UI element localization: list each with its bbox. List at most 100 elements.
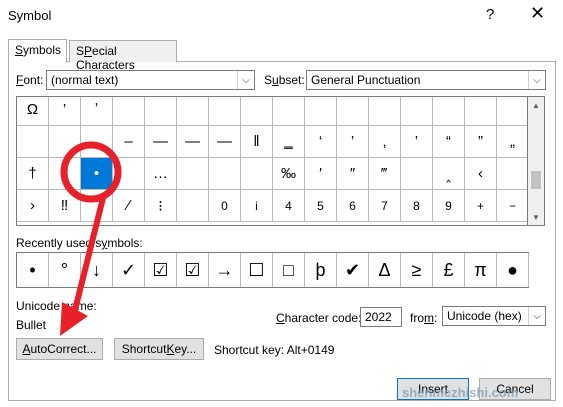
symbol-cell[interactable]: ‘ <box>305 126 337 158</box>
symbol-cell[interactable] <box>177 158 209 190</box>
recent-symbol[interactable]: • <box>17 253 49 287</box>
recent-symbol[interactable]: ☐ <box>241 253 273 287</box>
symbol-cell[interactable]: ‹ <box>465 158 497 190</box>
symbol-cell[interactable] <box>209 158 241 190</box>
grid-scrollbar[interactable]: ▲ ▼ <box>528 96 545 226</box>
symbol-cell[interactable] <box>177 190 209 222</box>
symbol-cell[interactable]: ‼ <box>49 190 81 222</box>
recent-symbol[interactable]: → <box>209 253 241 287</box>
symbol-cell[interactable]: ‸ <box>433 158 465 190</box>
symbol-cell[interactable]: ’ <box>337 126 369 158</box>
recent-symbol[interactable]: ✓ <box>113 253 145 287</box>
symbol-cell[interactable]: ” <box>465 126 497 158</box>
from-select[interactable]: Unicode (hex) ⌵ <box>442 306 546 326</box>
symbol-cell[interactable]: 5 <box>305 190 337 222</box>
recent-symbol[interactable]: þ <box>305 253 337 287</box>
symbol-cell[interactable] <box>497 158 527 190</box>
character-code-input[interactable]: 2022 <box>360 307 402 327</box>
symbol-cell[interactable]: › <box>17 190 49 222</box>
symbol-cell[interactable]: ’ <box>49 97 81 126</box>
symbol-cell[interactable]: 6 <box>337 190 369 222</box>
symbol-cell[interactable]: ‗ <box>273 126 305 158</box>
chevron-down-icon[interactable]: ⌵ <box>528 71 545 89</box>
tab-symbols[interactable]: Symbols <box>8 39 67 63</box>
symbol-cell[interactable] <box>113 158 145 190</box>
subset-select[interactable]: General Punctuation ⌵ <box>306 70 546 90</box>
symbol-cell[interactable]: ‖ <box>241 126 273 158</box>
recent-symbol[interactable]: ● <box>497 253 529 287</box>
tab-special-characters[interactable]: SPecial Characters <box>69 40 177 72</box>
symbol-cell[interactable]: 0 <box>209 190 241 222</box>
symbol-cell[interactable] <box>305 97 337 126</box>
symbol-cell[interactable]: ‛ <box>401 126 433 158</box>
symbol-cell[interactable] <box>465 97 497 126</box>
symbol-cell[interactable]: ‴ <box>369 158 401 190</box>
symbol-cell[interactable]: Ω <box>17 97 49 126</box>
symbol-cell[interactable] <box>433 97 465 126</box>
symbol-cell[interactable] <box>241 97 273 126</box>
symbol-cell[interactable]: ʼ <box>81 97 113 126</box>
symbol-cell[interactable]: ‚ <box>369 126 401 158</box>
chevron-down-icon[interactable]: ⌵ <box>528 307 545 325</box>
recent-symbol[interactable]: π <box>465 253 497 287</box>
symbol-cell[interactable]: 4 <box>273 190 305 222</box>
recent-symbol[interactable]: □ <box>273 253 305 287</box>
symbol-cell[interactable] <box>113 97 145 126</box>
autocorrect-button[interactable]: AutoCorrect... <box>16 338 103 360</box>
symbol-cell[interactable]: † <box>17 158 49 190</box>
scroll-down-icon[interactable]: ▼ <box>528 209 544 225</box>
symbol-cell[interactable] <box>17 126 49 158</box>
symbol-cell[interactable] <box>401 97 433 126</box>
symbol-cell[interactable]: — <box>145 126 177 158</box>
symbol-cell[interactable]: ‾ <box>81 190 113 222</box>
symbol-cell[interactable]: ‰ <box>273 158 305 190</box>
symbol-cell[interactable]: ‡ <box>49 158 81 190</box>
chevron-down-icon[interactable]: ⌵ <box>237 71 254 89</box>
symbol-cell[interactable]: ⁝ <box>145 190 177 222</box>
symbol-cell[interactable] <box>49 126 81 158</box>
recent-symbols-row[interactable]: • ° ↓ ✓ ☑ ☑ → ☐ □ þ ✔ Δ ≥ £ π ● <box>16 252 529 288</box>
symbol-cell[interactable]: ⁄ <box>113 190 145 222</box>
recent-symbol[interactable]: Δ <box>369 253 401 287</box>
symbol-cell[interactable] <box>209 97 241 126</box>
symbol-cell[interactable]: … <box>145 158 177 190</box>
symbol-cell[interactable]: − <box>497 190 527 222</box>
symbol-cell-selected[interactable]: • <box>81 158 113 190</box>
recent-symbol[interactable]: £ <box>433 253 465 287</box>
from-label: from: <box>410 311 437 325</box>
scroll-thumb[interactable] <box>531 171 541 189</box>
symbol-cell[interactable]: + <box>465 190 497 222</box>
symbol-cell[interactable]: “ <box>433 126 465 158</box>
scroll-up-icon[interactable]: ▲ <box>528 97 544 113</box>
recent-symbol[interactable]: ☑ <box>177 253 209 287</box>
symbol-grid[interactable]: Ω’ ʼ – — — — ‖ ‗ ‘’ ‚ ‛ “” „ † ‡ •… ‰ ′ ″ ‴ ‸ ‹ › ‼ ‾ ⁄ ⁝ 0 i 4 5 6 7 8 9 +… <box>16 96 528 226</box>
font-select[interactable]: (normal text) ⌵ <box>46 70 255 90</box>
symbol-cell[interactable]: — <box>209 126 241 158</box>
recent-symbol[interactable]: ≥ <box>401 253 433 287</box>
help-icon[interactable]: ? <box>486 6 494 23</box>
recent-symbol[interactable]: ° <box>49 253 81 287</box>
symbol-cell[interactable] <box>145 97 177 126</box>
recent-symbol[interactable]: ✔ <box>337 253 369 287</box>
symbol-cell[interactable] <box>497 97 527 126</box>
symbol-cell[interactable]: — <box>177 126 209 158</box>
symbol-cell[interactable]: 9 <box>433 190 465 222</box>
recent-symbol[interactable]: ☑ <box>145 253 177 287</box>
symbol-cell[interactable] <box>273 97 305 126</box>
symbol-cell[interactable] <box>241 158 273 190</box>
symbol-cell[interactable] <box>337 97 369 126</box>
symbol-cell[interactable] <box>369 97 401 126</box>
symbol-cell[interactable]: ′ <box>305 158 337 190</box>
shortcut-key-button[interactable]: Shortcut Key... <box>114 338 204 360</box>
symbol-cell[interactable]: i <box>241 190 273 222</box>
symbol-cell[interactable]: „ <box>497 126 527 158</box>
symbol-cell[interactable] <box>177 97 209 126</box>
symbol-cell[interactable]: ″ <box>337 158 369 190</box>
symbol-cell[interactable]: – <box>113 126 145 158</box>
symbol-cell[interactable]: 8 <box>401 190 433 222</box>
symbol-cell[interactable] <box>401 158 433 190</box>
symbol-cell[interactable]: 7 <box>369 190 401 222</box>
symbol-cell[interactable] <box>81 126 113 158</box>
recent-symbol[interactable]: ↓ <box>81 253 113 287</box>
close-icon[interactable]: ✕ <box>530 3 545 24</box>
